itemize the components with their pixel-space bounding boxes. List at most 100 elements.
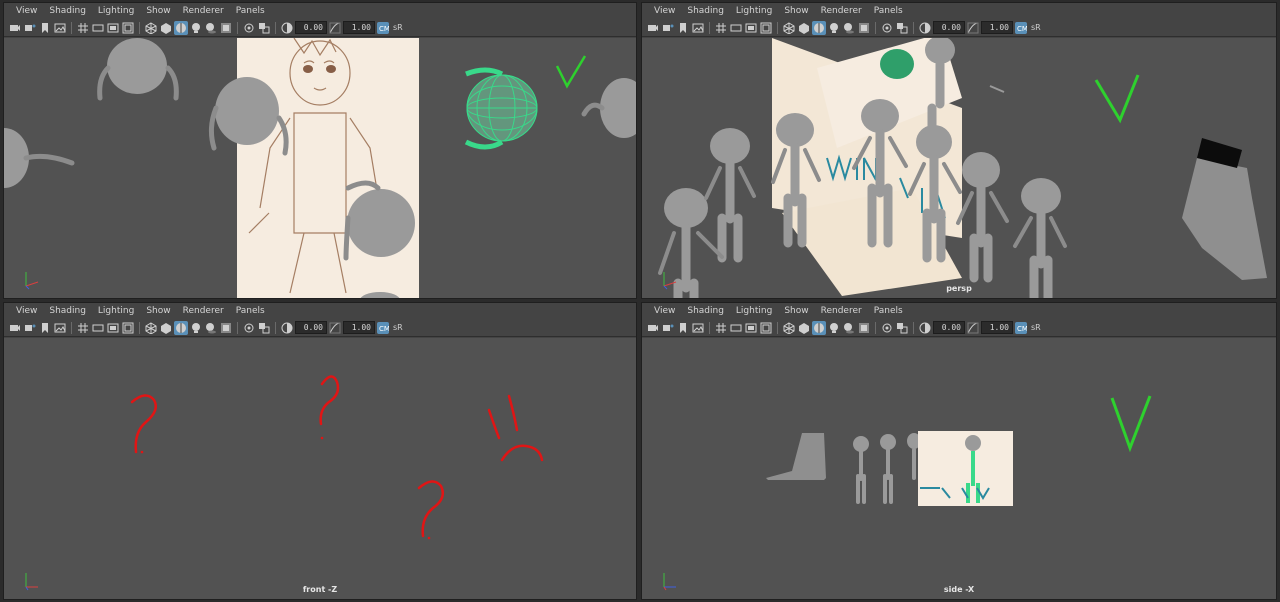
menu-panels[interactable]: Panels — [230, 303, 271, 319]
exposure-icon[interactable] — [918, 321, 932, 335]
resolution-gate-icon[interactable] — [744, 21, 758, 35]
menu-renderer[interactable]: Renderer — [177, 303, 230, 319]
grid-icon[interactable] — [714, 321, 728, 335]
ambient-occlusion-icon[interactable] — [219, 21, 233, 35]
isolate-select-icon[interactable] — [242, 321, 256, 335]
exposure-field[interactable]: 0.00 — [933, 321, 965, 334]
menu-panels[interactable]: Panels — [230, 3, 271, 19]
colorspace-label[interactable]: sR — [393, 323, 403, 332]
image-plane-icon[interactable] — [691, 21, 705, 35]
colorspace-label[interactable]: sR — [393, 23, 403, 32]
exposure-field[interactable]: 0.00 — [933, 21, 965, 34]
textured-icon[interactable] — [812, 20, 826, 35]
menu-shading[interactable]: Shading — [43, 303, 92, 319]
ambient-occlusion-icon[interactable] — [219, 321, 233, 335]
image-plane-icon[interactable] — [53, 321, 67, 335]
menu-shading[interactable]: Shading — [681, 3, 730, 19]
menu-renderer[interactable]: Renderer — [815, 3, 868, 19]
xray-icon[interactable] — [257, 321, 271, 335]
ambient-occlusion-icon[interactable] — [857, 321, 871, 335]
grid-icon[interactable] — [714, 21, 728, 35]
colorspace-icon[interactable]: CM — [1014, 321, 1028, 335]
menu-shading[interactable]: Shading — [43, 3, 92, 19]
gamma-icon[interactable] — [966, 21, 980, 35]
viewport-panel-top-right[interactable]: View Shading Lighting Show Renderer Panels 0.… — [641, 2, 1277, 299]
menu-show[interactable]: Show — [778, 3, 814, 19]
gamma-icon[interactable] — [966, 321, 980, 335]
menu-renderer[interactable]: Renderer — [815, 303, 868, 319]
menu-show[interactable]: Show — [140, 303, 176, 319]
menu-lighting[interactable]: Lighting — [92, 3, 140, 19]
xray-icon[interactable] — [895, 21, 909, 35]
lights-icon[interactable] — [827, 321, 841, 335]
shadows-icon[interactable] — [204, 21, 218, 35]
gamma-icon[interactable] — [328, 321, 342, 335]
camera-select-icon[interactable] — [8, 21, 22, 35]
viewport-canvas-top[interactable] — [4, 38, 636, 298]
safe-action-icon[interactable] — [121, 321, 135, 335]
safe-action-icon[interactable] — [759, 321, 773, 335]
grid-icon[interactable] — [76, 321, 90, 335]
colorspace-label[interactable]: sR — [1031, 23, 1041, 32]
safe-action-icon[interactable] — [121, 21, 135, 35]
camera-select-icon[interactable] — [646, 21, 660, 35]
bookmark-icon[interactable] — [38, 21, 52, 35]
menu-view[interactable]: View — [648, 3, 681, 19]
gamma-field[interactable]: 1.00 — [981, 21, 1013, 34]
colorspace-icon[interactable]: CM — [1014, 21, 1028, 35]
isolate-select-icon[interactable] — [880, 21, 894, 35]
menu-show[interactable]: Show — [140, 3, 176, 19]
smooth-shade-icon[interactable] — [797, 321, 811, 335]
camera-select-icon[interactable] — [646, 321, 660, 335]
isolate-select-icon[interactable] — [880, 321, 894, 335]
resolution-gate-icon[interactable] — [744, 321, 758, 335]
safe-action-icon[interactable] — [759, 21, 773, 35]
ambient-occlusion-icon[interactable] — [857, 21, 871, 35]
menu-view[interactable]: View — [10, 303, 43, 319]
colorspace-label[interactable]: sR — [1031, 323, 1041, 332]
menu-lighting[interactable]: Lighting — [730, 3, 778, 19]
shadows-icon[interactable] — [204, 321, 218, 335]
shadows-icon[interactable] — [842, 21, 856, 35]
colorspace-icon[interactable]: CM — [376, 321, 390, 335]
bookmark-icon[interactable] — [38, 321, 52, 335]
xray-icon[interactable] — [257, 21, 271, 35]
xray-icon[interactable] — [895, 321, 909, 335]
image-plane-icon[interactable] — [53, 21, 67, 35]
viewport-panel-bottom-right[interactable]: View Shading Lighting Show Renderer Panels 0.… — [641, 302, 1277, 600]
isolate-select-icon[interactable] — [242, 21, 256, 35]
smooth-shade-icon[interactable] — [159, 21, 173, 35]
viewport-canvas-persp[interactable]: persp — [642, 38, 1276, 298]
menu-show[interactable]: Show — [778, 303, 814, 319]
camera-attributes-icon[interactable] — [23, 321, 37, 335]
exposure-icon[interactable] — [280, 321, 294, 335]
textured-icon[interactable] — [174, 320, 188, 335]
menu-shading[interactable]: Shading — [681, 303, 730, 319]
wireframe-icon[interactable] — [144, 321, 158, 335]
viewport-panel-top-left[interactable]: View Shading Lighting Show Renderer Panels 0.… — [3, 2, 637, 299]
menu-view[interactable]: View — [10, 3, 43, 19]
exposure-icon[interactable] — [280, 21, 294, 35]
exposure-icon[interactable] — [918, 21, 932, 35]
gamma-field[interactable]: 1.00 — [343, 321, 375, 334]
camera-attributes-icon[interactable] — [23, 21, 37, 35]
film-gate-icon[interactable] — [91, 21, 105, 35]
menu-lighting[interactable]: Lighting — [730, 303, 778, 319]
colorspace-icon[interactable]: CM — [376, 21, 390, 35]
menu-lighting[interactable]: Lighting — [92, 303, 140, 319]
gamma-icon[interactable] — [328, 21, 342, 35]
menu-view[interactable]: View — [648, 303, 681, 319]
film-gate-icon[interactable] — [729, 21, 743, 35]
camera-select-icon[interactable] — [8, 321, 22, 335]
bookmark-icon[interactable] — [676, 321, 690, 335]
wireframe-icon[interactable] — [782, 21, 796, 35]
bookmark-icon[interactable] — [676, 21, 690, 35]
camera-attributes-icon[interactable] — [661, 321, 675, 335]
film-gate-icon[interactable] — [729, 321, 743, 335]
menu-panels[interactable]: Panels — [868, 3, 909, 19]
viewport-canvas-front[interactable]: front -Z — [4, 338, 636, 599]
wireframe-icon[interactable] — [782, 321, 796, 335]
exposure-field[interactable]: 0.00 — [295, 321, 327, 334]
resolution-gate-icon[interactable] — [106, 21, 120, 35]
menu-renderer[interactable]: Renderer — [177, 3, 230, 19]
